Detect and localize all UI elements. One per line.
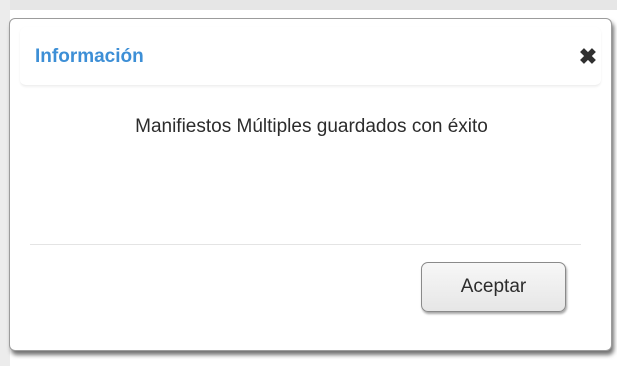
close-icon[interactable]: ✖: [575, 44, 601, 70]
dialog-message: Manifiestos Múltiples guardados con éxit…: [135, 116, 488, 137]
backdrop-top-band: [0, 0, 617, 10]
accept-button[interactable]: Aceptar: [421, 262, 566, 312]
dialog-divider: [30, 244, 581, 245]
info-dialog: Información ✖ Manifiestos Múltiples guar…: [9, 18, 612, 351]
dialog-title: Información: [35, 46, 144, 67]
